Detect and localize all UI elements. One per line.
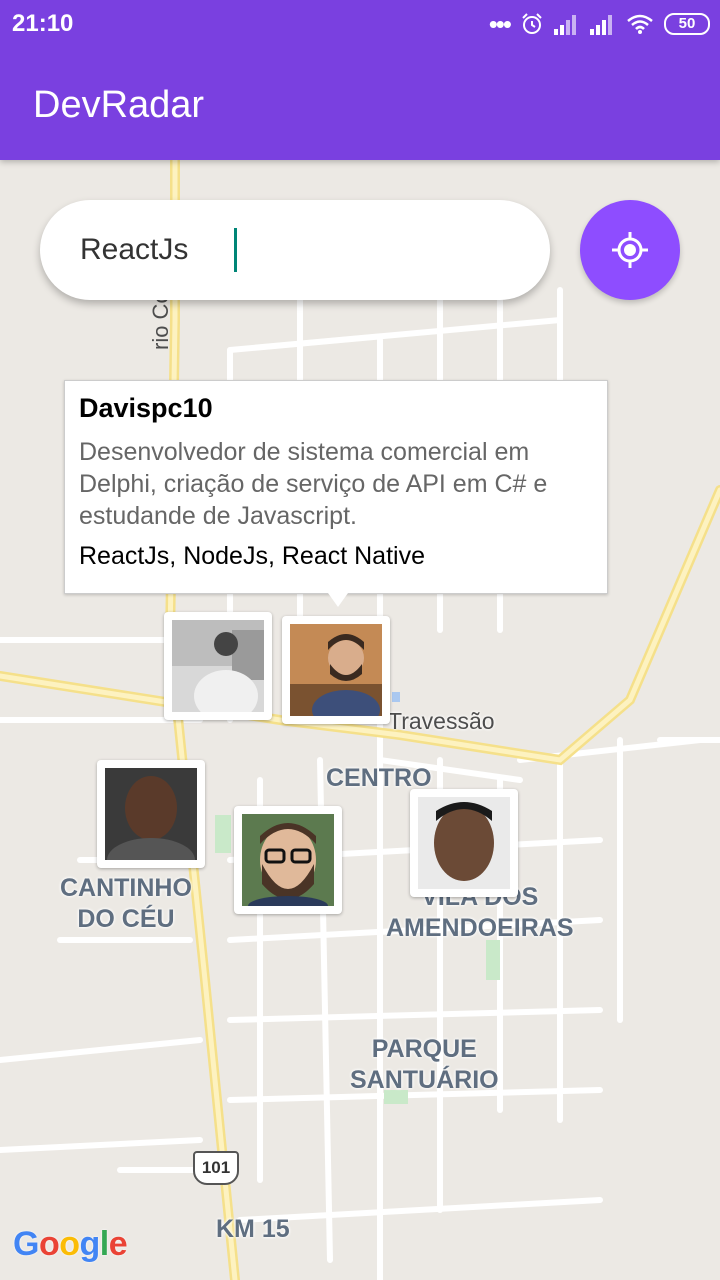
callout-tail [328, 593, 348, 607]
status-icons: ••• 50 [489, 10, 710, 38]
label-km-15: KM 15 [216, 1215, 290, 1243]
label-parque-santuario: PARQUE SANTUÁRIO [350, 1035, 499, 1094]
dev-marker-1[interactable] [164, 612, 272, 720]
callout-dev-techs: ReactJs, NodeJs, React Native [79, 542, 425, 570]
dev-marker-3[interactable] [97, 760, 205, 868]
text-caret [234, 228, 237, 272]
label-travessao: Travessão [388, 708, 495, 734]
callout-dev-bio: Desenvolvedor de sistema comercial em De… [79, 438, 548, 530]
avatar [242, 814, 334, 906]
signal-icon [590, 15, 612, 35]
signal-icon [554, 15, 576, 35]
road-101-shield: 101 [193, 1151, 239, 1185]
app-title: DevRadar [33, 84, 205, 126]
avatar [172, 620, 264, 712]
screen: rio Covas Travessão CENTRO CANTINHO DO C… [0, 0, 720, 1280]
label-cantinho-do-ceu: CANTINHO DO CÉU [60, 874, 192, 933]
alarm-icon [522, 13, 542, 34]
avatar [105, 768, 197, 860]
google-logo: Google [13, 1225, 128, 1263]
status-bar: 21:10 ••• 50 [0, 0, 720, 48]
battery-icon: 50 [664, 13, 710, 35]
dev-callout[interactable]: Davispc10 Desenvolvedor de sistema comer… [64, 380, 608, 594]
my-location-icon [612, 232, 648, 268]
status-time: 21:10 [12, 10, 74, 37]
dev-marker-2[interactable] [282, 616, 390, 724]
dev-marker-5[interactable] [410, 789, 518, 897]
avatar [290, 624, 382, 716]
dev-marker-4[interactable] [234, 806, 342, 914]
wifi-icon [627, 14, 653, 34]
avatar [418, 797, 510, 889]
app-bar: DevRadar [0, 48, 720, 160]
search-bar [40, 200, 550, 300]
callout-dev-name: Davispc10 [79, 393, 213, 423]
more-dots-icon: ••• [488, 9, 512, 39]
my-location-button[interactable] [580, 200, 680, 300]
search-input[interactable] [80, 230, 520, 270]
